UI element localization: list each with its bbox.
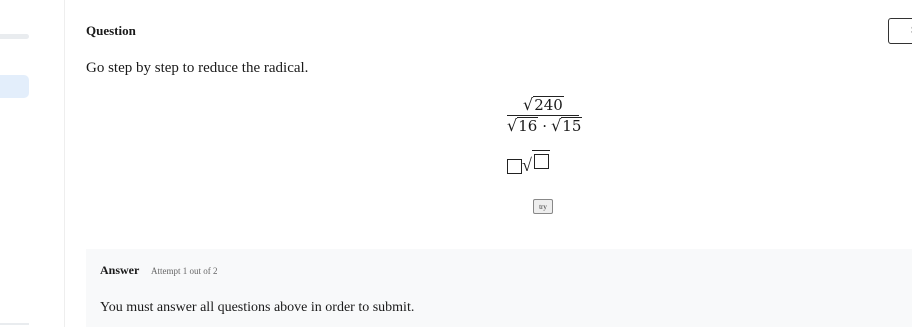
- sidebar-item-placeholder[interactable]: [0, 34, 29, 39]
- radicand-slot: [531, 150, 550, 174]
- sidebar-divider: [0, 323, 29, 325]
- left-sidebar: [0, 0, 45, 327]
- radicand-input-box[interactable]: [533, 154, 549, 169]
- page: Question S Go step by step to reduce the…: [0, 0, 912, 327]
- try-button[interactable]: try: [533, 199, 553, 214]
- answer-input-row: √: [507, 150, 550, 176]
- question-prompt: Go step by step to reduce the radical.: [86, 60, 309, 76]
- submit-message: You must answer all questions above in o…: [100, 300, 415, 315]
- radical: √240: [523, 95, 564, 114]
- radicand: 15: [561, 117, 583, 135]
- multiply-operator: ·: [542, 117, 548, 135]
- secondary-column: [44, 0, 65, 327]
- sidebar-item-active[interactable]: [0, 75, 29, 98]
- corner-button[interactable]: S: [888, 18, 912, 44]
- attempt-counter: Attempt 1 out of 2: [151, 266, 218, 276]
- fraction-numerator: √240: [523, 95, 564, 114]
- sqrt-icon: √: [523, 95, 534, 114]
- fraction-denominator: √16 · √15: [507, 116, 583, 135]
- radicand: 240: [533, 96, 564, 114]
- radicand: 16: [517, 117, 539, 135]
- sqrt-icon: √: [507, 116, 518, 135]
- sqrt-icon: √: [522, 155, 532, 175]
- question-heading: Question: [86, 23, 136, 38]
- radical: √16: [507, 116, 539, 135]
- coefficient-input-box[interactable]: [507, 159, 522, 174]
- sqrt-icon: √: [551, 116, 562, 135]
- answer-heading: Answer: [100, 263, 140, 277]
- answer-radical: √: [522, 150, 550, 176]
- radical: √15: [551, 116, 583, 135]
- answer-panel: Answer Attempt 1 out of 2 You must answe…: [86, 249, 912, 327]
